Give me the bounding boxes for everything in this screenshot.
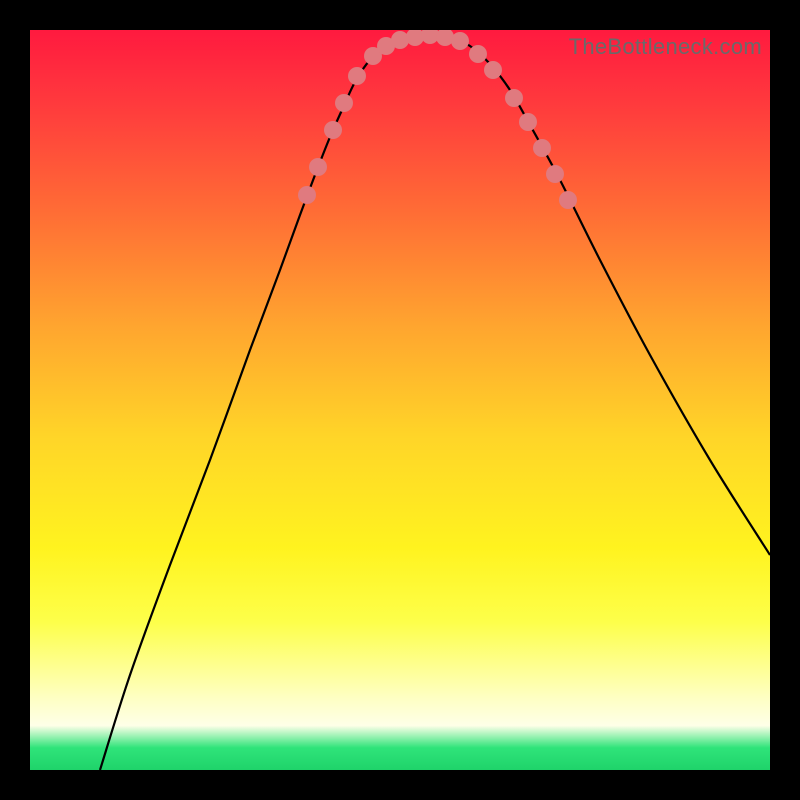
data-marker bbox=[505, 89, 523, 107]
chart-frame: TheBottleneck.com bbox=[0, 0, 800, 800]
data-marker bbox=[546, 165, 564, 183]
data-marker bbox=[309, 158, 327, 176]
data-marker bbox=[436, 30, 454, 46]
watermark-label: TheBottleneck.com bbox=[569, 34, 762, 60]
data-marker bbox=[335, 94, 353, 112]
data-marker bbox=[533, 139, 551, 157]
data-marker bbox=[484, 61, 502, 79]
plot-area: TheBottleneck.com bbox=[30, 30, 770, 770]
data-marker bbox=[559, 191, 577, 209]
data-marker bbox=[348, 67, 366, 85]
data-marker bbox=[451, 32, 469, 50]
chart-svg bbox=[30, 30, 770, 770]
data-marker bbox=[469, 45, 487, 63]
data-marker bbox=[519, 113, 537, 131]
data-marker bbox=[298, 186, 316, 204]
data-marker bbox=[324, 121, 342, 139]
marker-group bbox=[298, 30, 577, 209]
data-marker bbox=[406, 30, 424, 46]
data-marker bbox=[391, 31, 409, 49]
bottleneck-curve bbox=[100, 35, 770, 770]
